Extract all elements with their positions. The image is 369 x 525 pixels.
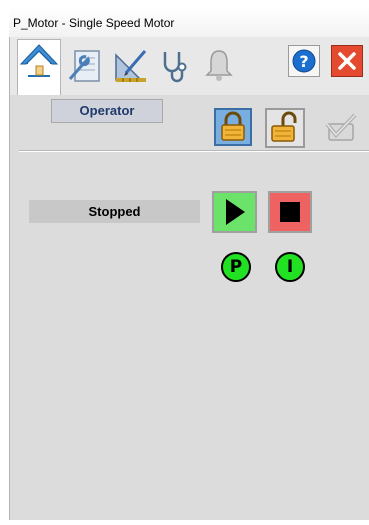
- padlock-open-icon: [271, 111, 297, 142]
- close-icon: [338, 52, 356, 70]
- stop-button[interactable]: [268, 191, 312, 233]
- alarm-bell-icon: [205, 50, 233, 81]
- lock-button[interactable]: [214, 108, 252, 146]
- separator: [19, 150, 369, 152]
- help-button[interactable]: ?: [288, 45, 320, 77]
- motor-state: Stopped: [29, 200, 200, 223]
- home-icon: [19, 44, 59, 77]
- help-icon: ?: [292, 49, 316, 73]
- svg-text:?: ?: [299, 52, 308, 71]
- tab-diagnostics[interactable]: [157, 46, 195, 84]
- window-title: P_Motor - Single Speed Motor: [13, 16, 175, 30]
- start-button[interactable]: [212, 191, 257, 233]
- acknowledge-check-icon: [325, 113, 357, 141]
- program-indicator: P: [221, 252, 251, 282]
- tab-alarms[interactable]: [201, 47, 237, 83]
- maintenance-icon: [68, 50, 100, 82]
- tab-engineering[interactable]: [111, 45, 151, 85]
- title-bar: P_Motor - Single Speed Motor: [9, 7, 369, 37]
- interlock-indicator: I: [275, 252, 305, 282]
- tab-home[interactable]: [17, 39, 61, 95]
- diagnostics-icon: [163, 52, 187, 83]
- close-button[interactable]: [331, 45, 363, 77]
- stop-icon: [280, 202, 300, 222]
- unlock-button[interactable]: [265, 108, 305, 148]
- play-icon: [226, 199, 245, 225]
- tab-maintenance[interactable]: [66, 46, 106, 86]
- engineering-icon: [115, 50, 147, 82]
- padlock-closed-icon: [221, 111, 245, 141]
- acknowledge-button[interactable]: [321, 110, 359, 148]
- operator-mode-label: Operator: [51, 99, 163, 123]
